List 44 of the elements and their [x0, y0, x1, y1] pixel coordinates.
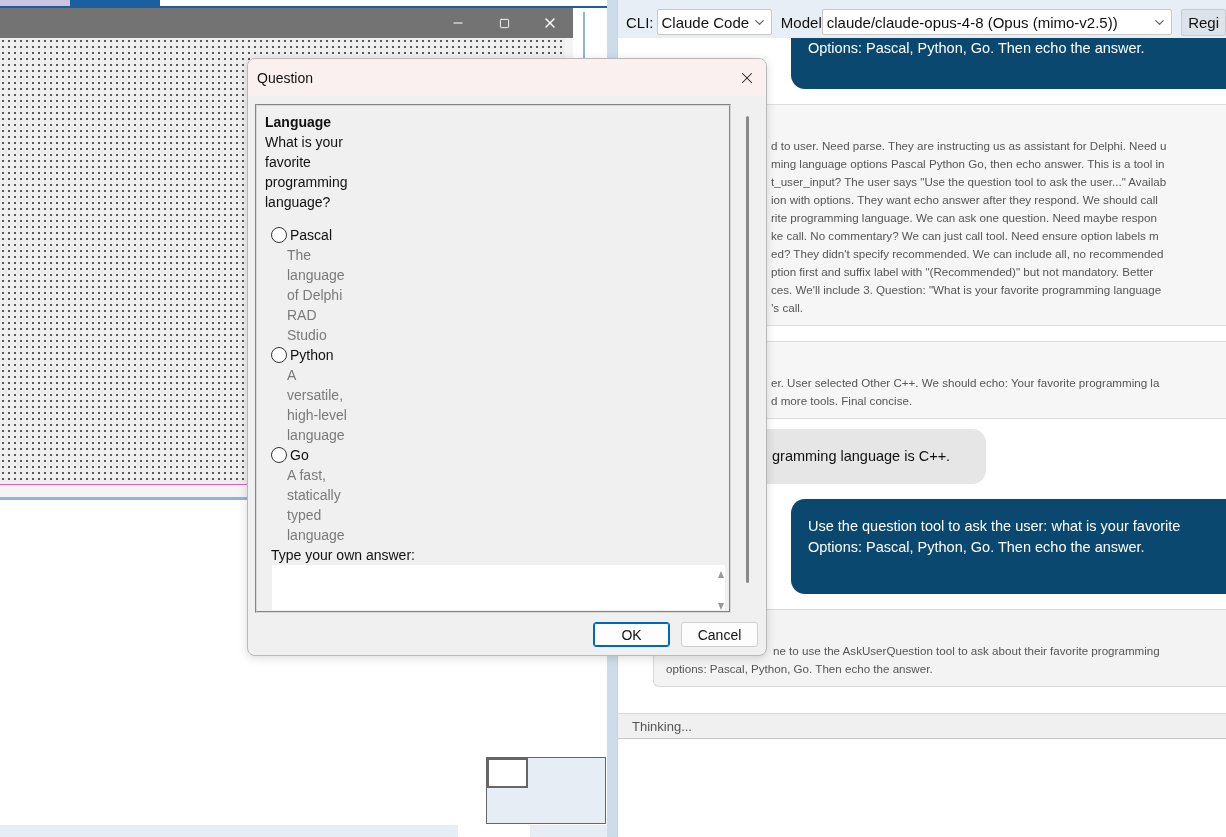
answer-field[interactable]	[272, 565, 725, 610]
radio-button[interactable]	[271, 227, 287, 243]
minimap-viewport[interactable]	[487, 758, 528, 788]
question-text: What is your favorite programming language?	[265, 133, 349, 212]
dialog-button[interactable]: Cancel	[681, 622, 758, 647]
option-label[interactable]: Pascal	[290, 225, 333, 245]
status-text: Thinking...	[632, 718, 692, 734]
scrollbar-thumb[interactable]	[746, 116, 749, 583]
reasoning-text: ces. We'll include 3. Question: "What is your favorite programming language	[771, 282, 1162, 298]
option-description: A versatile, high-level language	[287, 366, 348, 445]
reasoning-text: d more tools. Final concise.	[771, 393, 913, 409]
reasoning-text: ’s call.	[771, 300, 803, 316]
dialog-button[interactable]: OK	[593, 622, 670, 647]
user-message-bubble: Options: Pascal, Python, Go. Then echo the answer.	[791, 38, 1226, 89]
option-description: The language of Delphi RAD Studio	[287, 246, 346, 345]
request-text: ne to use the AskUserQuestion tool to ask about their favorite programming	[773, 643, 1160, 659]
reasoning-text: t_user_input? The user says "Use the question tool to ask the user..." Availab	[771, 174, 1167, 190]
scroll-down-icon[interactable]	[718, 603, 724, 610]
question-header: Language	[265, 113, 332, 132]
reasoning-text: ion with options. They want echo answer after they respond. We should call	[771, 192, 1158, 208]
dialog-title: Question	[257, 69, 314, 86]
reasoning-text: ke call. No commentary? We can just call tool. Need ensure option labels m	[771, 228, 1159, 244]
minimap[interactable]	[486, 757, 606, 824]
model-dropdown[interactable]: claude/claude-opus-4-8 (Opus (mimo-v2.5))	[821, 9, 1173, 35]
cli-label: CLI:	[626, 13, 654, 33]
option-description: A fast, statically typed language	[287, 466, 346, 545]
model-label: Model	[780, 13, 822, 33]
reasoning-text: ption first and suffix label with "(Recommended)" but not mandatory. Better	[771, 264, 1154, 280]
option-label[interactable]: Go	[290, 445, 309, 465]
reasoning-text: d to user. Need parse. They are instructing us as assistant for Delphi. Need u	[771, 138, 1167, 154]
reasoning-text: ed? They didn't specify recommended. We can include all, no recommended	[771, 246, 1164, 262]
reasoning-text: er. User selected Other C++. We should echo: Your favorite programming la	[771, 375, 1160, 391]
scroll-up-icon[interactable]	[718, 571, 724, 578]
reasoning-text: rite programming language. We can ask one question. Need maybe respon	[771, 210, 1157, 226]
own-answer-label: Type your own answer:	[271, 546, 415, 565]
radio-button[interactable]	[271, 447, 287, 463]
reasoning-text: ming language options Pascal Python Go, then echo answer. This is a tool in	[771, 156, 1165, 172]
request-text: options: Pascal, Python, Go. Then echo the answer.	[666, 661, 933, 677]
register-button[interactable]: Regi	[1181, 9, 1226, 36]
user-message-bubble: Use the question tool to ask the user: what is your favorite Options: Pascal, Python, Go. Then echo the answer.	[791, 499, 1226, 594]
maximize-icon[interactable]	[498, 17, 510, 29]
option-label[interactable]: Python	[290, 345, 334, 365]
radio-button[interactable]	[271, 347, 287, 363]
cli-dropdown[interactable]: Claude Code	[656, 9, 772, 35]
